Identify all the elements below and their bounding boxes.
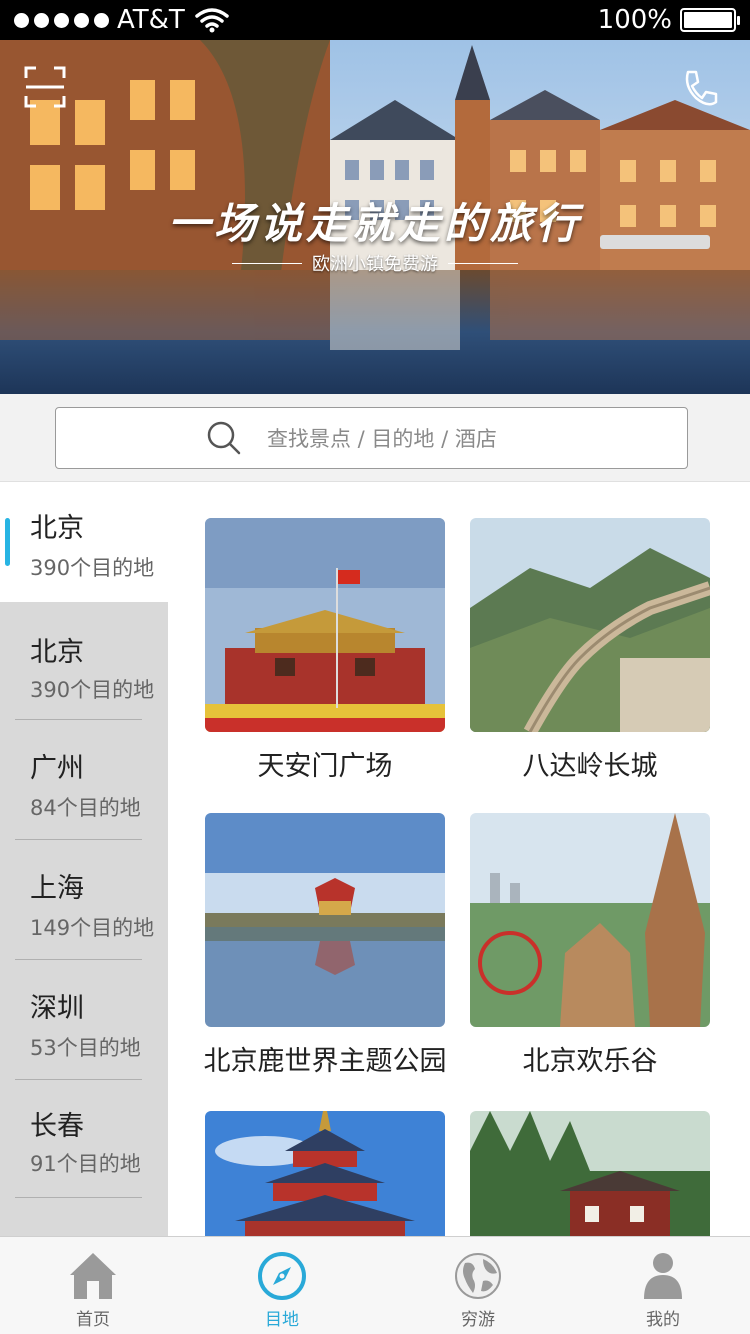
divider [15,839,142,840]
attraction-photo [205,518,445,732]
attraction-name: 北京鹿世界主题公园 [203,1046,447,1077]
city-count: 390个目的地 [30,556,155,580]
tab-label: 目地 [265,1310,299,1330]
attraction-card-happy-valley[interactable]: 北京欢乐谷 [460,813,720,1078]
wifi-icon [195,8,229,33]
signal-strength-icon [14,12,109,28]
battery-percentage: 100% [597,5,672,35]
search-input[interactable]: 查找景点 / 目的地 / 酒店 [55,407,688,469]
hero-banner[interactable]: 一场说走就走的旅行 欧洲小镇免费游 [0,40,750,394]
globe-icon [455,1253,501,1299]
compass-icon [258,1252,306,1300]
bottom-tab-bar: 首页 目地 穷游 我的 [0,1236,750,1334]
banner-subtitle: 欧洲小镇免费游 [0,250,750,276]
home-icon [70,1253,116,1299]
attraction-photo [205,1111,445,1236]
tab-label: 穷游 [461,1310,495,1330]
user-icon [644,1253,682,1299]
city-count: 84个目的地 [30,796,141,820]
attraction-name: 北京欢乐谷 [522,1046,658,1077]
city-name: 深圳 [30,993,84,1024]
city-count: 91个目的地 [30,1152,141,1176]
attractions-grid: 天安门广场 八达岭长城 北京鹿世界主题公园 北京欢乐谷 [168,482,750,1236]
attraction-card-tiananmen[interactable]: 天安门广场 [195,518,455,783]
sidebar-item-shanghai[interactable]: 上海 149个目的地 [0,842,168,960]
city-name: 长春 [30,1111,84,1142]
tab-destinations[interactable]: 目地 [222,1237,342,1334]
sidebar-item-changchun[interactable]: 长春 91个目的地 [0,1080,168,1198]
divider [15,959,142,960]
attraction-photo [470,518,710,732]
sidebar-item-shenzhen[interactable]: 深圳 53个目的地 [0,962,168,1080]
phone-icon[interactable] [678,66,722,110]
tab-profile[interactable]: 我的 [603,1237,723,1334]
attraction-card-badaling[interactable]: 八达岭长城 [460,518,720,783]
city-name: 上海 [30,873,84,904]
carrier-name: AT&T [117,5,185,35]
sidebar-item-guangzhou[interactable]: 广州 84个目的地 [0,722,168,840]
tab-home[interactable]: 首页 [33,1237,153,1334]
attraction-name: 八达岭长城 [522,751,658,782]
tab-label: 首页 [76,1310,110,1330]
tab-label: 我的 [646,1310,680,1330]
city-count: 53个目的地 [30,1036,141,1060]
attraction-name: 天安门广场 [257,751,393,782]
city-name: 北京 [30,513,84,544]
tab-explore[interactable]: 穷游 [418,1237,538,1334]
battery-icon [680,8,740,32]
attraction-photo [205,813,445,1027]
active-indicator [5,518,10,566]
banner-subtitle-text: 欧洲小镇免费游 [312,254,438,275]
city-name: 广州 [30,753,84,784]
status-bar: AT&T 100% [0,0,750,40]
attraction-card-temple-of-heaven[interactable] [195,1111,455,1236]
search-placeholder: 查找景点 / 目的地 / 酒店 [267,427,497,451]
scan-icon[interactable] [24,66,66,108]
city-sidebar: 北京 390个目的地 北京 390个目的地 广州 84个目的地 上海 149个目… [0,482,168,1236]
sidebar-item-current-city[interactable]: 北京 390个目的地 [0,482,168,602]
divider [15,1197,142,1198]
attraction-card-forest-lodge[interactable] [460,1111,720,1236]
attraction-card-deer-park[interactable]: 北京鹿世界主题公园 [195,813,455,1078]
attraction-photo [470,813,710,1027]
city-count: 390个目的地 [30,678,155,702]
banner-title: 一场说走就走的旅行 [167,199,582,248]
city-count: 149个目的地 [30,916,155,940]
search-icon [207,421,241,455]
divider [15,719,142,720]
search-section: 查找景点 / 目的地 / 酒店 [0,394,750,482]
sidebar-item-beijing[interactable]: 北京 390个目的地 [0,602,168,720]
attraction-photo [470,1111,710,1236]
city-name: 北京 [30,637,84,668]
